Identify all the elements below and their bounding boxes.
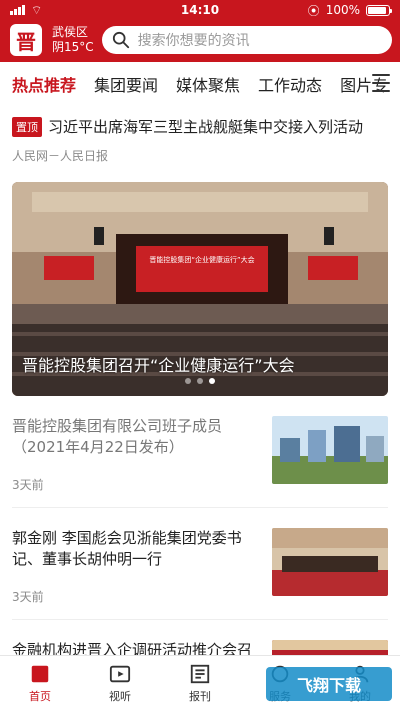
battery-icon — [366, 4, 392, 16]
pinned-source: 人民网－人民日报 — [12, 149, 109, 163]
video-icon — [109, 665, 131, 683]
status-left: ⌔ — [10, 3, 42, 18]
carousel-dot[interactable] — [185, 378, 191, 384]
pinned-news[interactable]: 置顶 习近平出席海军三型主战舰艇集中交接入列活动 人民网－人民日报 — [0, 106, 400, 164]
category-tabs: 热点推荐 集团要闻 媒体聚焦 工作动态 图片专 — [0, 62, 400, 106]
status-right: ⦿ 100% — [307, 2, 392, 19]
nav-home[interactable]: 首页 — [29, 663, 51, 704]
nav-video-label: 视听 — [109, 690, 131, 703]
city-photo-icon — [272, 416, 388, 484]
feature-caption: 晋能控股集团召开“企业健康运行”大会 — [22, 356, 295, 375]
search-bar[interactable]: 搜索你想要的资讯 — [101, 26, 392, 54]
tab-work-updates[interactable]: 工作动态 — [258, 72, 322, 96]
nav-newspaper[interactable]: 报刊 — [189, 663, 211, 704]
carousel-dot[interactable] — [197, 378, 203, 384]
nav-newspaper-label: 报刊 — [189, 690, 211, 703]
news-item[interactable]: 晋能控股集团有限公司班子成员（2021年4月22日发布） 3天前 — [12, 396, 388, 508]
pinned-tag: 置顶 — [12, 116, 42, 137]
tab-group-news[interactable]: 集团要闻 — [94, 72, 158, 96]
news-headline[interactable]: 晋能控股集团有限公司班子成员（2021年4月22日发布） — [12, 416, 252, 458]
search-input[interactable]: 搜索你想要的资讯 — [138, 30, 250, 50]
carousel-dots — [185, 378, 215, 384]
feature-carousel[interactable]: 晋能控股集团“企业健康运行”大会 晋能控股集团召开“企业健康运行”大会 — [12, 182, 388, 396]
news-headline[interactable]: 郭金刚 李国彪会见浙能集团党委书记、董事长胡仲明一行 — [12, 528, 252, 570]
weather-label: 阴15°C — [52, 40, 94, 54]
search-icon — [112, 31, 129, 49]
weather-widget[interactable]: 武侯区 阴15°C — [52, 25, 94, 55]
home-icon — [31, 665, 49, 683]
wifi-icon: ⌔ — [31, 2, 43, 17]
meeting-photo-icon — [272, 528, 388, 596]
banner-text: 晋能控股集团“企业健康运行”大会 — [149, 255, 254, 264]
pinned-title[interactable]: 习近平出席海军三型主战舰艇集中交接入列活动 — [48, 116, 363, 137]
news-time: 3天前 — [12, 478, 44, 492]
nav-home-label: 首页 — [29, 690, 51, 703]
news-list: 晋能控股集团有限公司班子成员（2021年4月22日发布） 3天前 郭金刚 李国彪… — [0, 396, 400, 696]
news-thumbnail[interactable] — [272, 416, 388, 484]
nav-video[interactable]: 视听 — [109, 663, 131, 704]
watermark-logo: 飞翔下载 — [266, 667, 392, 701]
battery-percent: 100% — [325, 3, 360, 17]
newspaper-icon — [190, 664, 210, 684]
signal-icon — [10, 5, 25, 15]
news-thumbnail[interactable] — [272, 528, 388, 596]
app-logo[interactable]: 晋 — [8, 22, 44, 58]
news-item[interactable]: 郭金刚 李国彪会见浙能集团党委书记、董事长胡仲明一行 3天前 — [12, 508, 388, 620]
tabs-menu-icon[interactable] — [372, 74, 390, 92]
tab-media-focus[interactable]: 媒体聚焦 — [176, 72, 240, 96]
news-time: 3天前 — [12, 590, 44, 604]
tab-hot[interactable]: 热点推荐 — [12, 72, 76, 96]
carousel-dot-active[interactable] — [209, 378, 215, 384]
status-bar: ⌔ 14:10 ⦿ 100% — [0, 0, 400, 20]
location-arrow-icon: ⦿ — [307, 3, 320, 18]
header-bar: 晋 武侯区 阴15°C 搜索你想要的资讯 — [0, 20, 400, 60]
top-header: ⌔ 14:10 ⦿ 100% 晋 武侯区 阴15°C 搜索你想要的资讯 — [0, 0, 400, 62]
location-label: 武侯区 — [52, 25, 89, 39]
